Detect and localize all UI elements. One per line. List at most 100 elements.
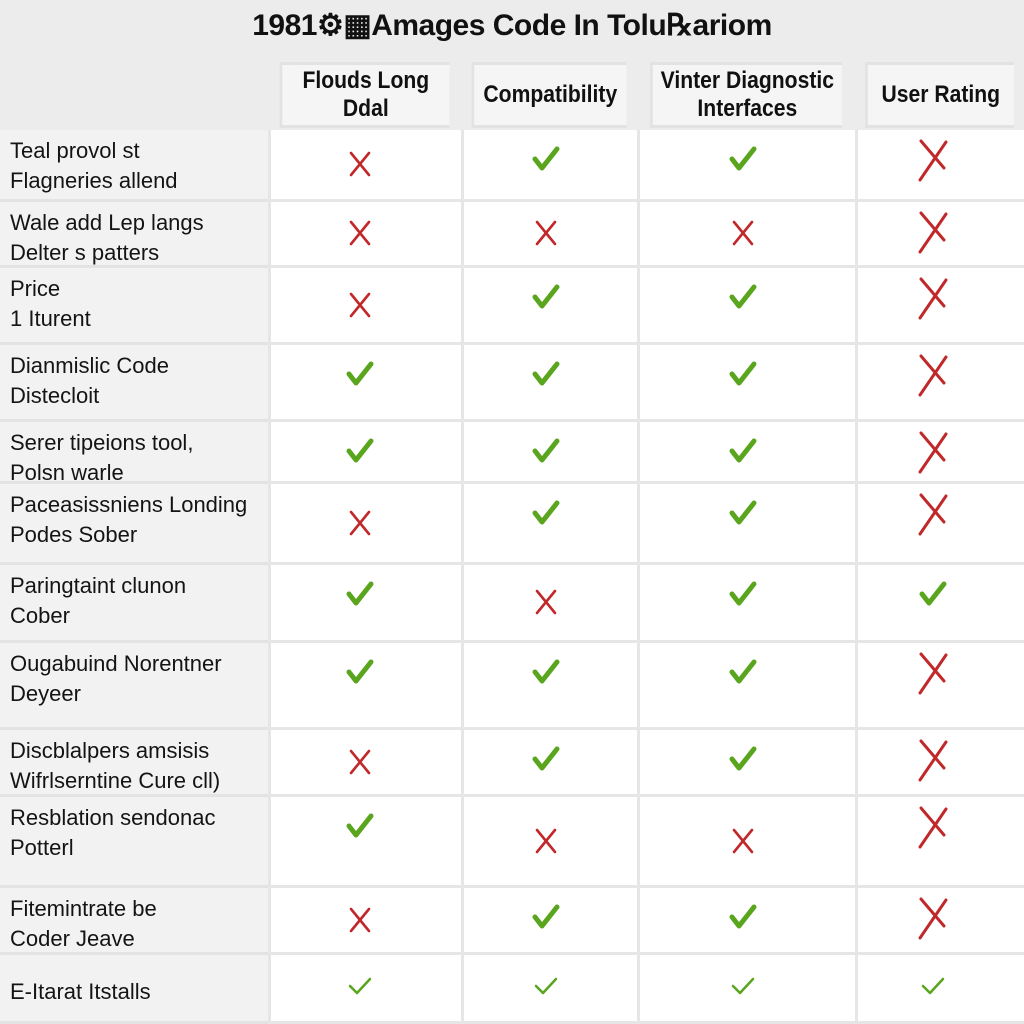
checkmark-icon [532, 659, 560, 685]
table-row: Ougabuind Norentner Deyeer [0, 643, 1024, 730]
column-header-0: Flouds Long Ddal [279, 62, 450, 128]
table-cell [855, 268, 1024, 345]
table-row: Discblalpers amsisis Wifrlserntine Cure … [0, 730, 1024, 797]
table-cell [268, 484, 461, 565]
table-cell [461, 888, 637, 955]
checkmark-icon [346, 813, 374, 839]
cross-icon [916, 138, 950, 182]
table-cell [637, 268, 855, 345]
table-cell [461, 484, 637, 565]
cross-icon [916, 738, 950, 782]
checkmark-icon [729, 284, 757, 310]
checkmark-icon [346, 659, 374, 685]
table-row: E-Itarat Itstalls [0, 955, 1024, 1024]
checkmark-icon [729, 361, 757, 387]
table-row: Fitemintrate be Coder Jeave [0, 888, 1024, 955]
table-cell [461, 643, 637, 730]
checkmark-icon [532, 361, 560, 387]
row-label: Teal provol st Flagneries allend [0, 130, 268, 202]
table-cell [268, 888, 461, 955]
checkmark-icon [921, 976, 945, 996]
page-title: 1981⚙▦Amages Code In Tolu℞ariom [252, 8, 772, 42]
table-cell [855, 643, 1024, 730]
table-cell [461, 797, 637, 888]
table-row: Serer tipeions tool, Polsn warle [0, 422, 1024, 485]
table-cell [461, 345, 637, 422]
table-cell [637, 643, 855, 730]
checkmark-icon [729, 659, 757, 685]
checkmark-icon [532, 904, 560, 930]
table-cell [461, 565, 637, 643]
table-cell [855, 422, 1024, 484]
cross-icon [916, 492, 950, 536]
table-cell [461, 955, 637, 1024]
table-cell [461, 268, 637, 345]
table-cell [268, 345, 461, 422]
row-label: Dianmislic Code Distecloit [0, 345, 268, 422]
checkmark-icon [532, 284, 560, 310]
table-cell [637, 484, 855, 565]
checkmark-icon [534, 976, 558, 996]
checkmark-icon [532, 500, 560, 526]
table-row: Dianmislic Code Distecloit [0, 345, 1024, 422]
cross-icon [916, 210, 950, 254]
column-header-3-line1: User Rating [881, 81, 1001, 108]
checkmark-icon [729, 146, 757, 172]
cross-icon [916, 896, 950, 940]
table-cell [855, 730, 1024, 797]
cross-icon [348, 292, 372, 318]
header-corner [0, 62, 268, 133]
checkmark-icon [346, 581, 374, 607]
checkmark-icon [729, 746, 757, 772]
table-cell [637, 730, 855, 797]
checkmark-icon [346, 438, 374, 464]
column-header-2-line2: Interfaces [697, 95, 798, 122]
table-cell [855, 888, 1024, 955]
checkmark-icon [346, 361, 374, 387]
checkmark-icon [729, 904, 757, 930]
row-label: Price 1 Iturent [0, 268, 268, 345]
table-cell [637, 888, 855, 955]
table-cell [855, 202, 1024, 268]
cross-icon [916, 353, 950, 397]
checkmark-icon [731, 976, 755, 996]
column-header-1: Compatibility [471, 62, 627, 128]
table-cell [268, 202, 461, 268]
table-cell [855, 484, 1024, 565]
row-label: Resblation sendonac Potterl [0, 797, 268, 888]
column-header-2-line1: Vinter Diagnostic [660, 67, 834, 94]
table-row: Price 1 Iturent [0, 268, 1024, 345]
checkmark-icon [532, 146, 560, 172]
table-row: Paceasissniens Londing Podes Sober [0, 484, 1024, 565]
table-cell [268, 268, 461, 345]
table-cell [637, 130, 855, 202]
row-label: Wale add Lep langs Delter s patters [0, 202, 268, 268]
cross-icon [534, 828, 558, 854]
checkmark-icon [919, 581, 947, 607]
column-header-0-line1: Flouds Long [302, 67, 430, 94]
table-cell [637, 797, 855, 888]
column-header-1-line1: Compatibility [483, 81, 618, 108]
table-cell [268, 730, 461, 797]
table-row: Resblation sendonac Potterl [0, 797, 1024, 888]
cross-icon [348, 907, 372, 933]
table-cell [855, 345, 1024, 422]
cross-icon [916, 430, 950, 474]
cross-icon [916, 276, 950, 320]
table-cell [268, 422, 461, 484]
table-cell [461, 202, 637, 268]
cross-icon [348, 749, 372, 775]
cross-icon [731, 828, 755, 854]
checkmark-icon [729, 581, 757, 607]
table-cell [637, 565, 855, 643]
cross-icon [348, 151, 372, 177]
table-cell [461, 422, 637, 484]
table-cell [637, 345, 855, 422]
table-row: Wale add Lep langs Delter s patters [0, 202, 1024, 268]
checkmark-icon [532, 438, 560, 464]
cross-icon [534, 220, 558, 246]
checkmark-icon [532, 746, 560, 772]
table-cell [855, 955, 1024, 1024]
column-header-0-line2: Ddal [342, 95, 389, 122]
row-label: Discblalpers amsisis Wifrlserntine Cure … [0, 730, 268, 797]
